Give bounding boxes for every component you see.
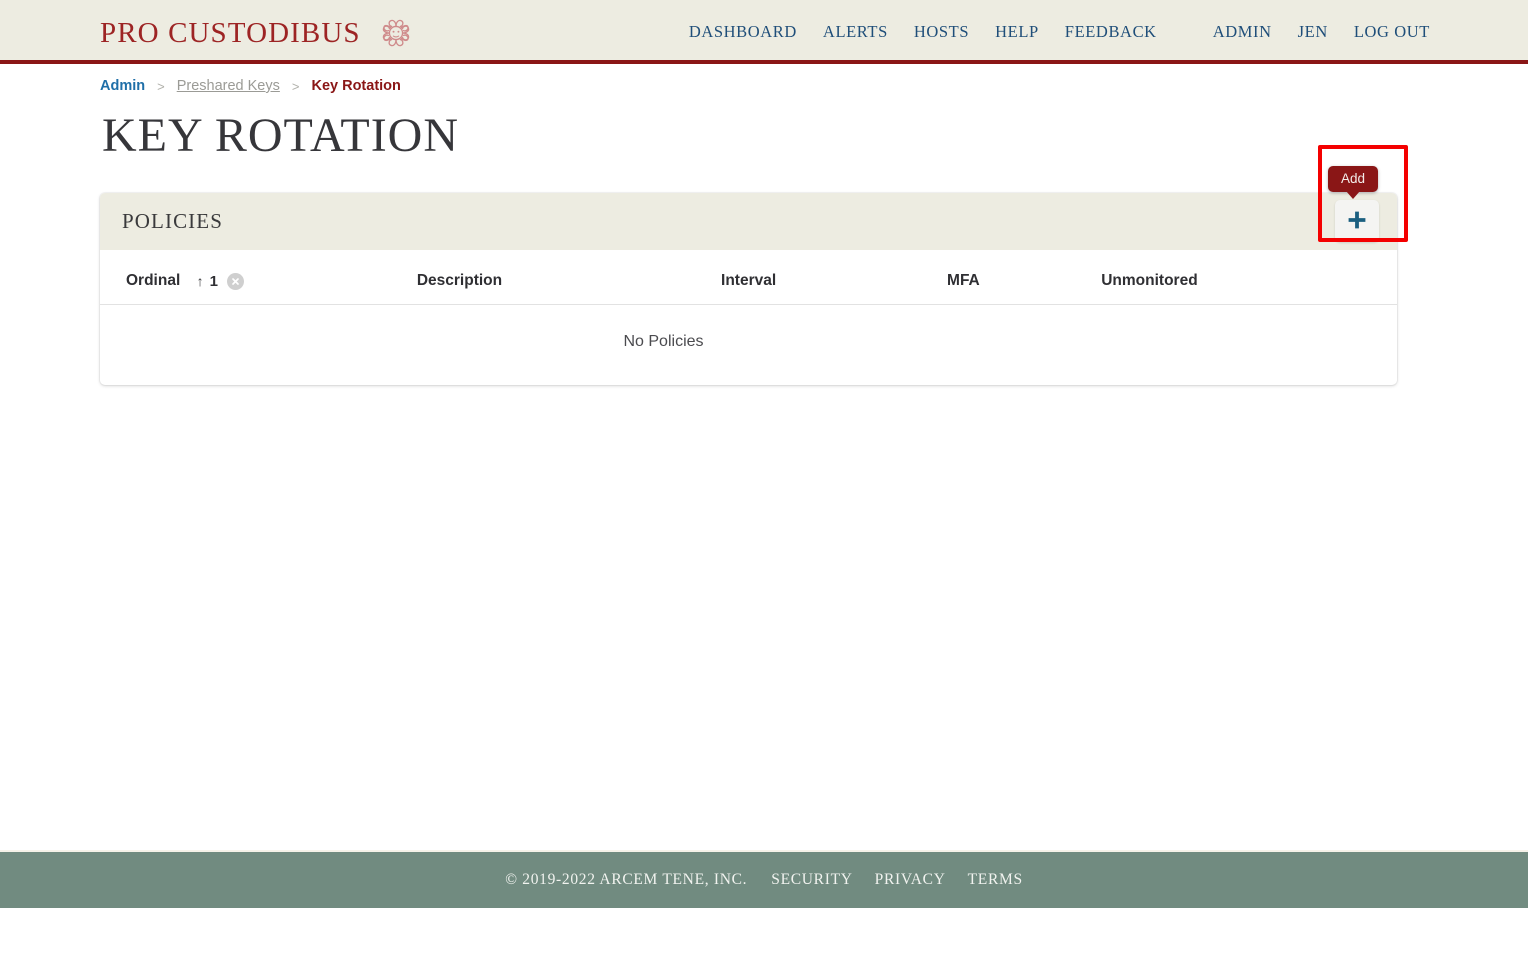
column-mfa[interactable]: MFA — [947, 250, 1102, 306]
column-description-label: Description — [416, 272, 503, 290]
breadcrumb-separator: > — [157, 78, 165, 94]
footer-link-privacy[interactable]: PRIVACY — [875, 871, 946, 889]
column-interval[interactable]: Interval — [721, 250, 948, 306]
nav-alerts[interactable]: ALERTS — [823, 22, 888, 42]
column-unmonitored[interactable]: Unmonitored — [1101, 250, 1397, 306]
brand-logo[interactable]: PRO CUSTODIBUS — [100, 12, 417, 54]
column-description[interactable]: Description — [416, 250, 722, 306]
add-tooltip-label: Add — [1340, 171, 1365, 187]
nav-logout[interactable]: LOG OUT — [1354, 22, 1430, 42]
policies-table: Ordinal ↑ 1 Description Interval MFA Unm… — [100, 250, 1397, 385]
footer-copyright: © 2019-2022 ARCEM TENE, INC. — [505, 871, 748, 888]
nav-dashboard[interactable]: DASHBOARD — [689, 22, 797, 42]
nav-user[interactable]: JEN — [1298, 22, 1328, 42]
main-navigation: DASHBOARD ALERTS HOSTS HELP FEEDBACK ADM… — [689, 0, 1430, 64]
breadcrumb-current: Key Rotation — [311, 78, 401, 94]
column-interval-label: Interval — [721, 272, 777, 290]
policies-card: POLICIES Add Ordinal ↑ 1 Description Int… — [100, 145, 1408, 386]
sort-ascending-icon[interactable]: ↑ — [197, 273, 204, 289]
nav-hosts[interactable]: HOSTS — [914, 22, 969, 42]
site-footer: © 2019-2022 ARCEM TENE, INC. SECURITY PR… — [0, 850, 1528, 908]
breadcrumb: Admin > Preshared Keys > Key Rotation — [100, 64, 1428, 94]
sort-rank: 1 — [209, 272, 218, 290]
footer-content: © 2019-2022 ARCEM TENE, INC. SECURITY PR… — [505, 871, 1023, 889]
policies-title: POLICIES — [122, 209, 223, 234]
plus-icon — [1346, 209, 1368, 234]
nav-help[interactable]: HELP — [995, 22, 1039, 42]
column-unmonitored-label: Unmonitored — [1101, 272, 1198, 290]
sort-control[interactable]: ↑ 1 — [197, 272, 244, 290]
policies-table-body: No Policies — [100, 305, 1397, 386]
empty-state-row: No Policies — [100, 305, 1397, 386]
page-title: KEY ROTATION — [102, 109, 459, 162]
nav-feedback[interactable]: FEEDBACK — [1065, 22, 1157, 42]
footer-link-terms[interactable]: TERMS — [968, 871, 1023, 889]
brand-text: PRO CUSTODIBUS — [100, 16, 361, 49]
empty-state-cell: No Policies — [100, 305, 1397, 386]
close-circle-icon[interactable] — [226, 272, 244, 290]
add-policy-button[interactable] — [1335, 200, 1379, 243]
table-header-row: Ordinal ↑ 1 Description Interval MFA Unm… — [100, 250, 1397, 306]
nav-admin[interactable]: ADMIN — [1213, 22, 1272, 42]
footer-link-security[interactable]: SECURITY — [771, 871, 852, 889]
site-header: PRO CUSTODIBUS DASHBOARD ALERTS HOSTS HE… — [0, 0, 1528, 64]
policies-table-head: Ordinal ↑ 1 Description Interval MFA Unm… — [100, 250, 1397, 306]
add-tooltip: Add — [1327, 166, 1378, 200]
empty-state-message: No Policies — [623, 333, 704, 351]
column-ordinal[interactable]: Ordinal ↑ 1 — [100, 250, 417, 306]
column-mfa-label: MFA — [947, 272, 980, 290]
medusa-emblem-icon — [375, 12, 417, 54]
policies-card-header: POLICIES Add — [100, 145, 1408, 251]
breadcrumb-admin[interactable]: Admin — [100, 78, 145, 94]
column-ordinal-label: Ordinal — [126, 272, 181, 290]
main-content: Admin > Preshared Keys > Key Rotation KE… — [0, 64, 1528, 908]
breadcrumb-preshared-keys[interactable]: Preshared Keys — [177, 78, 280, 94]
breadcrumb-separator: > — [291, 78, 300, 94]
